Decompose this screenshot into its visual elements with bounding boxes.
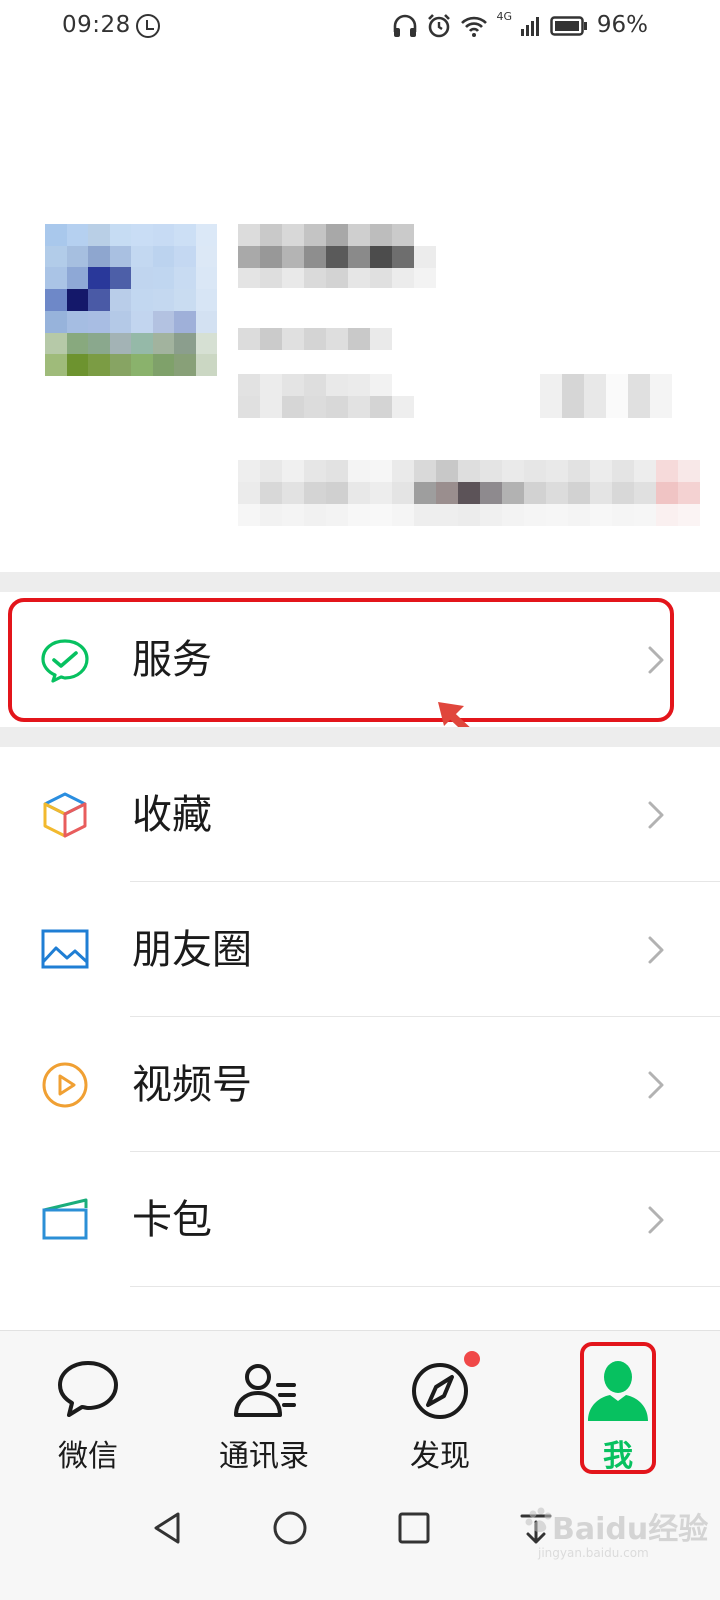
menu-item-cards[interactable]: 卡包	[0, 1152, 720, 1287]
card-icon	[42, 1198, 88, 1240]
status-icons: 4G	[392, 10, 588, 40]
tab-contacts[interactable]: 通讯录	[204, 1349, 324, 1479]
avatar[interactable]	[45, 224, 217, 376]
clock-icon	[136, 14, 160, 38]
battery-percent: 96%	[596, 12, 648, 38]
section-divider	[0, 572, 720, 592]
row-separator	[130, 1286, 720, 1287]
menu-item-favorites[interactable]: 收藏	[0, 747, 720, 882]
tab-label: 发现	[410, 1439, 470, 1474]
menu-item-label: 朋友圈	[132, 927, 252, 973]
nickname-blurred	[238, 224, 414, 246]
chevron-right-icon	[648, 801, 664, 829]
tab-discover[interactable]: 发现	[380, 1349, 500, 1479]
headphones-icon	[394, 14, 417, 37]
paw-logo-icon	[525, 1507, 552, 1533]
chat-icon	[58, 1361, 118, 1417]
notification-badge	[464, 1351, 480, 1367]
wechat-id-blurred-row2	[238, 374, 392, 396]
chevron-right-icon	[648, 1206, 664, 1234]
cube-icon	[43, 792, 87, 838]
baidu-watermark: Baidu经验 jingyan.baidu.com	[520, 1490, 710, 1570]
watermark-url: jingyan.baidu.com	[538, 1546, 649, 1560]
section-divider	[0, 727, 720, 747]
recents-icon[interactable]	[394, 1508, 434, 1548]
tab-label: 微信	[58, 1439, 118, 1474]
chevron-right-icon	[648, 1071, 664, 1099]
menu-item-channels[interactable]: 视频号	[0, 1017, 720, 1152]
menu-item-label: 收藏	[132, 792, 212, 838]
status-row-blurred-row3	[238, 504, 700, 526]
network-type-label: 4G	[496, 10, 512, 23]
profile-header[interactable]	[0, 56, 720, 584]
image-icon	[41, 929, 89, 969]
nickname-blurred-row3	[238, 268, 436, 288]
tab-chats[interactable]: 微信	[28, 1349, 148, 1479]
contacts-icon	[234, 1364, 296, 1417]
status-row-blurred[interactable]	[238, 460, 700, 482]
nickname-blurred-row2	[238, 246, 436, 268]
wechat-id-blurred-row3	[238, 396, 414, 418]
annotation-highlight-me-tab	[580, 1342, 656, 1474]
chevron-right-icon	[648, 936, 664, 964]
compass-icon	[412, 1363, 468, 1419]
qr-code-icon-blurred[interactable]	[540, 374, 672, 418]
alarm-icon	[428, 14, 451, 38]
status-time: 09:28	[62, 12, 131, 38]
tab-label: 通讯录	[219, 1439, 309, 1474]
battery-icon	[550, 16, 587, 36]
wechat-id-blurred	[238, 328, 392, 350]
wifi-icon	[461, 16, 488, 37]
status-row-blurred-row2	[238, 482, 700, 504]
menu-item-moments[interactable]: 朋友圈	[0, 882, 720, 1017]
back-icon[interactable]	[148, 1508, 188, 1548]
menu-item-label: 卡包	[132, 1197, 212, 1243]
status-bar: 09:28 4G 96%	[0, 0, 720, 56]
home-icon[interactable]	[270, 1508, 310, 1548]
annotation-highlight-services	[8, 598, 674, 722]
watermark-text: Baidu经验	[552, 1512, 709, 1547]
signal-icon	[521, 17, 539, 36]
play-icon	[42, 1062, 88, 1108]
menu-item-label: 视频号	[132, 1062, 252, 1108]
